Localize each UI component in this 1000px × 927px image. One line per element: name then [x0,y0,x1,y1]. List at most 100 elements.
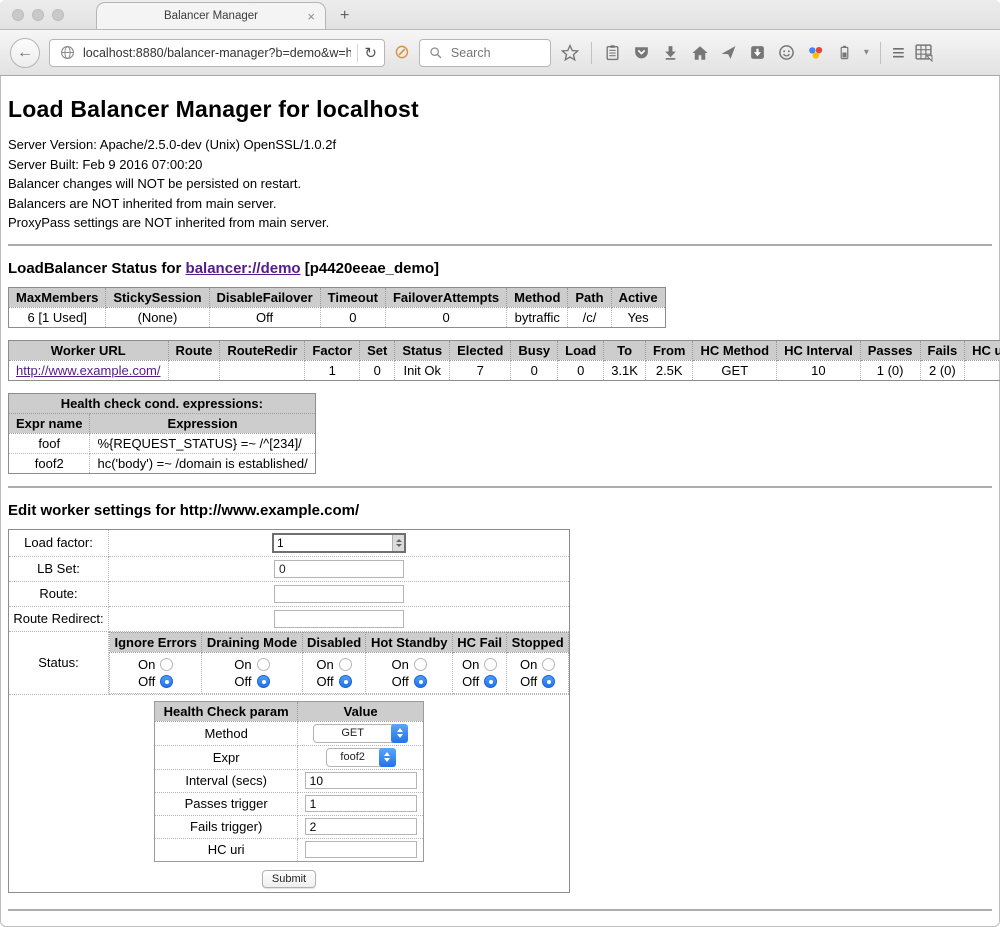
route-redirect-input[interactable] [274,610,404,628]
on-label: On [234,657,251,672]
search-input[interactable] [451,46,541,60]
lb-set-row: LB Set: [9,556,570,581]
worker-url-link[interactable]: http://www.example.com/ [16,363,161,378]
val-disablefailover: Off [209,307,320,327]
menu-icon[interactable]: ≡ [892,42,905,64]
reading-list-icon[interactable] [603,43,623,63]
hc-method-label: Method [155,721,298,745]
heading-suffix: [p4420eeae_demo] [301,260,439,277]
download-icon[interactable] [661,43,681,63]
hc-expr-select[interactable]: foof2 [326,748,396,767]
ignore-errors-cell: On Off [110,652,202,693]
pocket-icon[interactable] [632,43,652,63]
status-radio-row: On Off On Off On Off [110,652,569,693]
hc-uri-input[interactable] [305,841,417,858]
send-icon[interactable] [719,43,739,63]
close-tab-icon[interactable]: × [307,9,315,24]
toolbar-overflow-caret-icon[interactable]: ▾ [864,47,869,58]
ignore-errors-on-radio[interactable] [160,658,173,671]
tiles-icon[interactable] [914,43,934,63]
url-text[interactable]: localhost:8880/balancer-manager?b=demo&w… [83,46,351,60]
col-passes: Passes [860,340,920,360]
worker-row: http://www.example.com/ 1 0 Init Ok 7 0 … [9,360,1000,380]
divider [8,244,992,246]
zoom-window-button[interactable] [52,9,64,21]
hc-fail-off-radio[interactable] [484,675,497,688]
hc-interval-input[interactable] [305,772,417,789]
hc-fails-row: Fails trigger) [155,815,424,838]
expr-header-row: Expr name Expression [9,413,316,433]
route-input[interactable] [274,585,404,603]
col-route: Route [168,340,220,360]
lb-set-input[interactable] [274,560,404,578]
lb-set-label: LB Set: [9,556,109,581]
minimize-window-button[interactable] [32,9,44,21]
close-window-button[interactable] [12,9,24,21]
hc-fails-input[interactable] [305,818,417,835]
back-button[interactable]: ← [10,38,40,68]
col-timeout: Timeout [320,287,385,307]
tab-balancer-manager[interactable]: Balancer Manager × [96,2,326,29]
save-page-icon[interactable] [748,43,768,63]
route-label: Route: [9,581,109,606]
bookmark-star-icon[interactable] [560,43,580,63]
col-hc-interval: HC Interval [777,340,861,360]
hc-fails-label: Fails trigger) [155,815,298,838]
color-dots-icon[interactable] [806,43,826,63]
disabled-cell: On Off [302,652,366,693]
edit-worker-heading: Edit worker settings for http://www.exam… [8,502,992,519]
col-stickysession: StickySession [106,287,209,307]
stopped-off-radio[interactable] [542,675,555,688]
expr-value-foof2: hc('body') =~ /domain is established/ [90,453,315,473]
hc-passes-input[interactable] [305,795,417,812]
tab-title: Balancer Manager [164,10,258,22]
worker-table: Worker URL Route RouteRedir Factor Set S… [8,340,1000,381]
disabled-off-radio[interactable] [339,675,352,688]
page-title: Load Balancer Manager for localhost [8,96,992,123]
col-factor: Factor [305,340,360,360]
hc-expr-row: Expr foof2 [155,745,424,769]
content-blocked-icon[interactable]: ⊘ [394,43,410,62]
chat-icon[interactable] [777,43,797,63]
ignore-errors-off-radio[interactable] [160,675,173,688]
balancer-link[interactable]: balancer://demo [186,260,301,277]
browser-window: Balancer Manager × + ← localhost:8880/ba… [0,0,1000,927]
reload-icon[interactable]: ↻ [364,44,377,62]
expr-name-foof2: foof2 [9,453,90,473]
hc-passes-label: Passes trigger [155,792,298,815]
hot-standby-off-radio[interactable] [414,675,427,688]
val-maxmembers: 6 [1 Used] [9,307,106,327]
expr-row-foof2: foof2 hc('body') =~ /domain is establish… [9,453,316,473]
proxypass-notice-line: ProxyPass settings are NOT inherited fro… [8,213,992,233]
search-bar[interactable] [419,39,551,67]
submit-button[interactable]: Submit [262,870,316,888]
hc-method-select[interactable]: GET [313,724,408,743]
col-expression: Expression [90,413,315,433]
window-controls[interactable] [12,9,64,21]
col-hc-fail: HC Fail [452,632,506,652]
health-check-table: Health Check param Value Method GET [154,701,424,862]
battery-icon[interactable] [835,43,855,63]
load-factor-input[interactable] [274,535,392,551]
load-factor-label: Load factor: [9,529,109,556]
hot-standby-on-radio[interactable] [414,658,427,671]
draining-mode-on-radio[interactable] [257,658,270,671]
disabled-on-radio[interactable] [339,658,352,671]
number-stepper-icon[interactable] [392,535,404,551]
col-disablefailover: DisableFailover [209,287,320,307]
col-elected: Elected [450,340,511,360]
load-factor-row: Load factor: [9,529,570,556]
new-tab-button[interactable]: + [340,7,349,25]
home-icon[interactable] [690,43,710,63]
stopped-on-radio[interactable] [542,658,555,671]
val-path: /c/ [568,307,611,327]
draining-mode-off-radio[interactable] [257,675,270,688]
val-from: 2.5K [645,360,693,380]
server-built-line: Server Built: Feb 9 2016 07:00:20 [8,155,992,175]
val-to: 3.1K [604,360,646,380]
val-timeout: 0 [320,307,385,327]
col-hc-uri: HC uri [965,340,1000,360]
url-bar[interactable]: localhost:8880/balancer-manager?b=demo&w… [49,39,385,67]
hc-fail-on-radio[interactable] [484,658,497,671]
off-label: Off [520,674,537,689]
